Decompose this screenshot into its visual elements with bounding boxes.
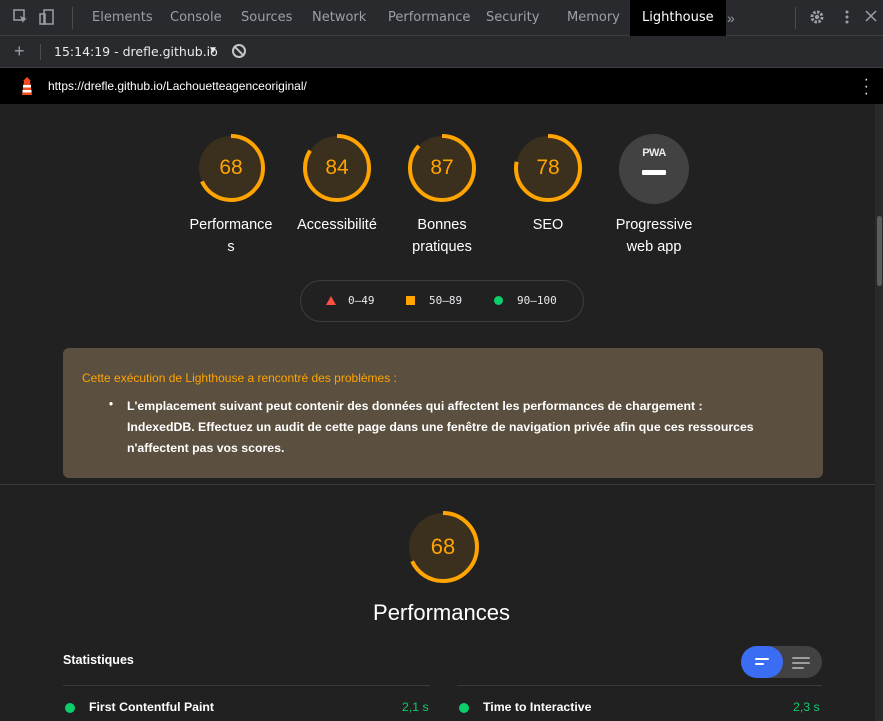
pass-circle-icon <box>459 703 469 713</box>
legend-item-pass: 90–100 <box>494 294 557 307</box>
gauge-score: 78 <box>536 156 560 179</box>
pass-circle-icon <box>65 703 75 713</box>
gauge-label-pwa: Progressive web app <box>599 214 709 258</box>
legend-item-average: 50–89 <box>406 294 462 307</box>
warning-line: L'emplacement suivant peut contenir des … <box>127 399 703 413</box>
lighthouse-toolbar: + 15:14:19 - drefle.github.io ▼ <box>0 36 883 68</box>
legend-range: 90–100 <box>517 294 557 307</box>
report-menu-icon[interactable]: · · · <box>864 72 869 102</box>
warning-line: n'affectent pas vos scores. <box>127 441 285 455</box>
gear-icon[interactable] <box>808 9 826 27</box>
device-toolbar-icon[interactable] <box>38 9 56 27</box>
toggle-compact-view[interactable] <box>741 646 783 678</box>
legend-range: 50–89 <box>429 294 463 307</box>
compact-view-icon <box>755 658 769 660</box>
gauge-label-best-practices: Bonnes pratiques <box>387 214 497 258</box>
gauge-performance[interactable]: 68 <box>195 132 267 204</box>
tab-performance[interactable]: Performance <box>388 0 470 36</box>
gauge-label-line: Bonnes <box>417 217 467 233</box>
gauge-label-line: pratiques <box>412 239 472 255</box>
gauge-label-seo: SEO <box>493 214 603 236</box>
triangle-icon <box>326 296 336 305</box>
scrollbar-thumb[interactable] <box>877 216 882 286</box>
gauge-best-practices[interactable]: 87 <box>406 132 478 204</box>
tab-memory[interactable]: Memory <box>567 0 620 36</box>
metric-divider <box>457 685 822 686</box>
bullet-icon: • <box>109 399 114 411</box>
inspect-icon[interactable] <box>12 9 30 27</box>
tab-sources[interactable]: Sources <box>241 0 292 36</box>
more-tabs-icon[interactable]: » <box>727 0 735 36</box>
square-icon <box>406 296 415 305</box>
tab-lighthouse[interactable]: Lighthouse <box>630 0 726 36</box>
metric-value: 2,1 s <box>402 700 429 714</box>
close-icon[interactable] <box>862 9 880 27</box>
gauge-performance-large[interactable]: 68 <box>405 509 479 583</box>
gauge-label-line: Accessibilité <box>297 217 377 233</box>
tab-console[interactable]: Console <box>170 0 222 36</box>
run-warnings-box: Cette exécution de Lighthouse a rencontr… <box>63 348 823 478</box>
section-divider <box>0 484 875 485</box>
scrollbar[interactable] <box>875 104 883 721</box>
gauge-score: 68 <box>219 156 243 179</box>
performance-title: Performances <box>373 600 510 625</box>
gauge-accessibility[interactable]: 84 <box>301 132 373 204</box>
report-selector[interactable]: 15:14:19 - drefle.github.io <box>54 44 218 59</box>
pwa-dash-icon <box>642 170 666 175</box>
gauge-label-line: Performance <box>189 217 273 233</box>
pwa-badge-text: PWA <box>642 147 666 159</box>
plus-icon[interactable]: + <box>14 42 25 60</box>
report-url[interactable]: https://drefle.github.io/Lachouetteagenc… <box>48 79 307 93</box>
metrics-view-toggle[interactable] <box>741 646 822 678</box>
expanded-view-icon[interactable] <box>792 667 804 669</box>
warning-line: IndexedDB. Effectuez un audit de cette p… <box>127 420 754 434</box>
block-icon[interactable] <box>232 44 246 58</box>
metric-name: First Contentful Paint <box>89 700 215 714</box>
tab-elements[interactable]: Elements <box>92 0 153 36</box>
gauge-label-line: Progressive <box>615 217 693 233</box>
compact-view-icon <box>755 663 764 665</box>
kebab-menu-icon[interactable] <box>838 9 856 27</box>
gauge-seo[interactable]: 78 <box>512 132 584 204</box>
toolbar-divider <box>795 7 796 29</box>
gauge-score: 68 <box>430 534 456 559</box>
pwa-badge[interactable]: PWA <box>619 134 689 204</box>
expanded-view-icon[interactable] <box>792 657 810 659</box>
tab-network[interactable]: Network <box>312 0 366 36</box>
circle-icon <box>494 296 503 305</box>
gauge-label-line: s <box>227 239 235 255</box>
lighthouse-logo-icon <box>22 77 32 95</box>
metric-name: Time to Interactive <box>483 700 592 714</box>
expanded-view-icon[interactable] <box>792 662 810 664</box>
statistics-title: Statistiques <box>63 653 134 667</box>
dropdown-caret-icon[interactable]: ▼ <box>208 45 218 56</box>
legend-range: 0–49 <box>348 294 375 307</box>
warning-title: Cette exécution de Lighthouse a rencontr… <box>82 371 397 385</box>
gauge-score: 84 <box>325 156 349 179</box>
legend-item-fail: 0–49 <box>326 294 375 307</box>
gauge-label-line: web app <box>626 239 682 255</box>
score-legend: 0–49 50–89 90–100 <box>300 280 584 322</box>
report-url-bar: https://drefle.github.io/Lachouetteagenc… <box>0 68 883 104</box>
gauge-score: 87 <box>430 156 454 179</box>
tab-security[interactable]: Security <box>486 0 539 36</box>
metric-divider <box>63 685 430 686</box>
gauge-label-line: SEO <box>532 217 564 233</box>
gauge-label-accessibility: Accessibilité <box>282 214 392 236</box>
devtools-tab-bar: Elements Console Sources Network Perform… <box>0 0 883 36</box>
gauge-label-performance: Performance s <box>176 214 286 258</box>
toolbar-divider <box>40 44 41 60</box>
metric-value: 2,3 s <box>793 700 820 714</box>
toolbar-divider <box>72 7 73 29</box>
